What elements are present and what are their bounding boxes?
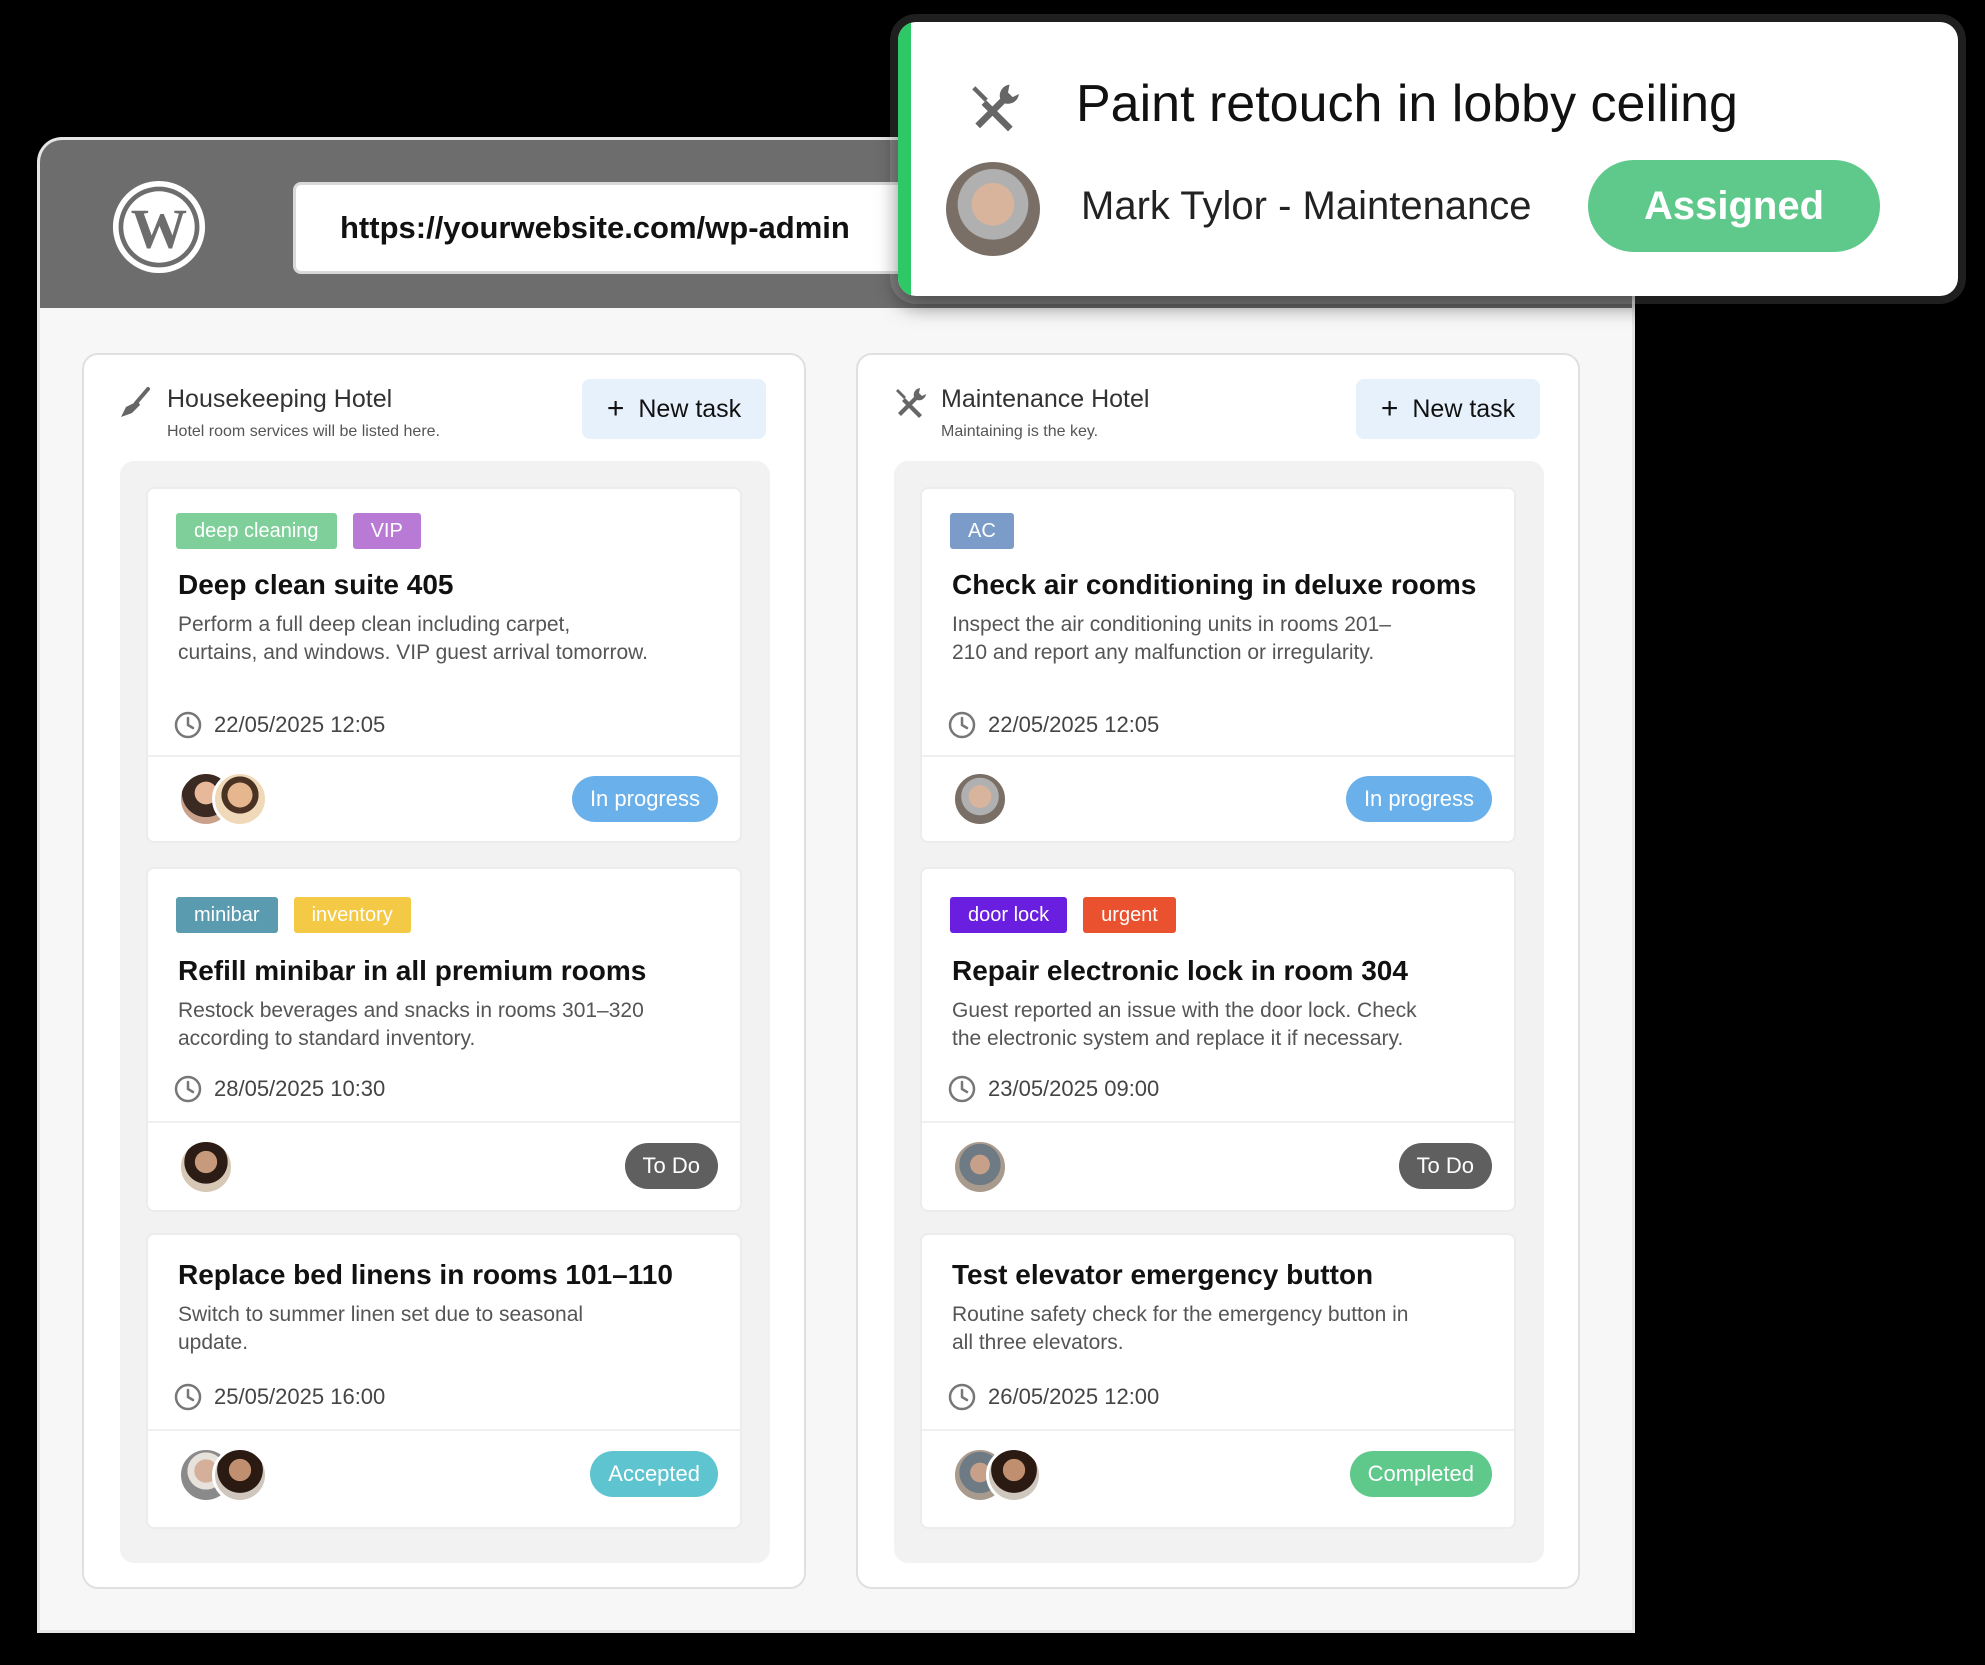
column-subtitle: Maintaining is the key. — [941, 423, 1099, 440]
task-date-text: 26/05/2025 12:00 — [988, 1384, 1160, 1409]
popup-accent-bar — [898, 22, 911, 296]
avatar[interactable] — [212, 1447, 268, 1503]
column-title: Housekeeping Hotel — [167, 385, 393, 413]
task-card[interactable]: AC Check air conditioning in deluxe room… — [920, 487, 1516, 843]
url-text: https://yourwebsite.com/wp-admin — [340, 210, 850, 245]
tag[interactable]: urgent — [1083, 897, 1176, 933]
status-badge[interactable]: In progress — [571, 776, 718, 822]
avatar[interactable] — [178, 1139, 234, 1195]
tag[interactable]: inventory — [293, 897, 411, 933]
broom-icon — [121, 387, 150, 417]
task-date-text: 25/05/2025 16:00 — [214, 1384, 386, 1409]
avatar[interactable] — [952, 1139, 1008, 1195]
task-title[interactable]: Replace bed linens in rooms 101–110 — [178, 1259, 673, 1291]
clock-icon — [174, 1383, 202, 1411]
task-card[interactable]: Replace bed linens in rooms 101–110 Swit… — [146, 1233, 742, 1529]
task-title[interactable]: Refill minibar in all premium rooms — [178, 955, 646, 987]
wordpress-logo-icon[interactable]: W — [112, 180, 206, 274]
tag[interactable]: AC — [950, 513, 1014, 549]
card-divider — [922, 1429, 1514, 1431]
assignee-avatars — [952, 1139, 1008, 1195]
task-date: 22/05/2025 12:05 — [948, 711, 1159, 739]
plus-icon: + — [606, 392, 625, 425]
tag[interactable]: door lock — [950, 897, 1068, 933]
status-badge: Assigned — [1588, 160, 1880, 252]
tag-list: deep cleaning VIP — [176, 513, 421, 549]
card-divider — [148, 1429, 740, 1431]
task-card[interactable]: minibar inventory Refill minibar in all … — [146, 867, 742, 1212]
task-date: 26/05/2025 12:00 — [948, 1383, 1159, 1411]
assignee-avatars — [178, 771, 268, 827]
avatar[interactable] — [212, 771, 268, 827]
status-badge[interactable]: In progress — [1345, 776, 1492, 822]
popup-task-title: Paint retouch in lobby ceiling — [1076, 75, 1738, 133]
card-divider — [148, 755, 740, 757]
assignee-avatars — [952, 1447, 1042, 1503]
task-date: 25/05/2025 16:00 — [174, 1383, 385, 1411]
svg-text:W: W — [131, 199, 187, 261]
task-card[interactable]: Test elevator emergency button Routine s… — [920, 1233, 1516, 1529]
tools-icon — [896, 388, 926, 418]
task-notification-popup[interactable]: Paint retouch in lobby ceiling Mark Tylo… — [898, 22, 1958, 296]
tag-list: minibar inventory — [176, 897, 411, 933]
assignee-avatars — [178, 1447, 268, 1503]
tag[interactable]: deep cleaning — [176, 513, 337, 549]
task-list: AC Check air conditioning in deluxe room… — [894, 461, 1544, 1563]
task-title[interactable]: Deep clean suite 405 — [178, 569, 453, 601]
browser-window: W https://yourwebsite.com/wp-admin House… — [40, 140, 1632, 1630]
task-description: Perform a full deep clean including carp… — [178, 613, 648, 664]
new-task-button[interactable]: + New task — [1356, 379, 1540, 439]
status-badge[interactable]: Completed — [1349, 1451, 1492, 1497]
task-date-text: 28/05/2025 10:30 — [214, 1076, 386, 1101]
status-badge[interactable]: To Do — [1398, 1143, 1492, 1189]
task-date-text: 23/05/2025 09:00 — [988, 1076, 1160, 1101]
avatar[interactable] — [986, 1447, 1042, 1503]
column-housekeeping: Housekeeping Hotel Hotel room services w… — [82, 353, 806, 1589]
task-title[interactable]: Test elevator emergency button — [952, 1259, 1373, 1291]
card-divider — [148, 1121, 740, 1123]
card-divider — [922, 755, 1514, 757]
task-description: Guest reported an issue with the door lo… — [952, 999, 1417, 1050]
column-subtitle: Hotel room services will be listed here. — [167, 423, 440, 440]
task-date-text: 22/05/2025 12:05 — [214, 712, 386, 737]
clock-icon — [174, 711, 202, 739]
task-date-text: 22/05/2025 12:05 — [988, 712, 1160, 737]
task-card[interactable]: deep cleaning VIP Deep clean suite 405 P… — [146, 487, 742, 843]
tag[interactable]: VIP — [352, 513, 421, 549]
clock-icon — [174, 1075, 202, 1103]
task-list: deep cleaning VIP Deep clean suite 405 P… — [120, 461, 770, 1563]
task-description: Restock beverages and snacks in rooms 30… — [178, 999, 644, 1050]
task-date: 28/05/2025 10:30 — [174, 1075, 385, 1103]
new-task-label: New task — [638, 394, 742, 423]
tag-list: AC — [950, 513, 1014, 549]
task-title[interactable]: Repair electronic lock in room 304 — [952, 955, 1408, 987]
new-task-button[interactable]: + New task — [582, 379, 766, 439]
task-date: 23/05/2025 09:00 — [948, 1075, 1159, 1103]
popup-assignee: Mark Tylor - Maintenance — [1081, 184, 1532, 228]
avatar — [946, 162, 1040, 256]
clock-icon — [948, 1075, 976, 1103]
status-badge[interactable]: To Do — [624, 1143, 718, 1189]
new-task-label: New task — [1412, 394, 1516, 423]
plus-icon: + — [1380, 392, 1399, 425]
tools-icon — [972, 84, 1019, 132]
clock-icon — [948, 711, 976, 739]
card-divider — [922, 1121, 1514, 1123]
task-date: 22/05/2025 12:05 — [174, 711, 385, 739]
task-title[interactable]: Check air conditioning in deluxe rooms — [952, 569, 1476, 601]
task-description: Routine safety check for the emergency b… — [952, 1303, 1409, 1354]
tag-list: door lock urgent — [950, 897, 1176, 933]
task-description: Inspect the air conditioning units in ro… — [952, 613, 1391, 664]
assignee-avatars — [178, 1139, 234, 1195]
task-description: Switch to summer linen set due to season… — [178, 1303, 584, 1354]
tag[interactable]: minibar — [176, 897, 278, 933]
task-card[interactable]: door lock urgent Repair electronic lock … — [920, 867, 1516, 1212]
column-title: Maintenance Hotel — [941, 385, 1150, 413]
assignee-avatars — [952, 771, 1008, 827]
status-badge[interactable]: Accepted — [590, 1451, 718, 1497]
column-maintenance: Maintenance Hotel Maintaining is the key… — [856, 353, 1580, 1589]
clock-icon — [948, 1383, 976, 1411]
avatar[interactable] — [952, 771, 1008, 827]
